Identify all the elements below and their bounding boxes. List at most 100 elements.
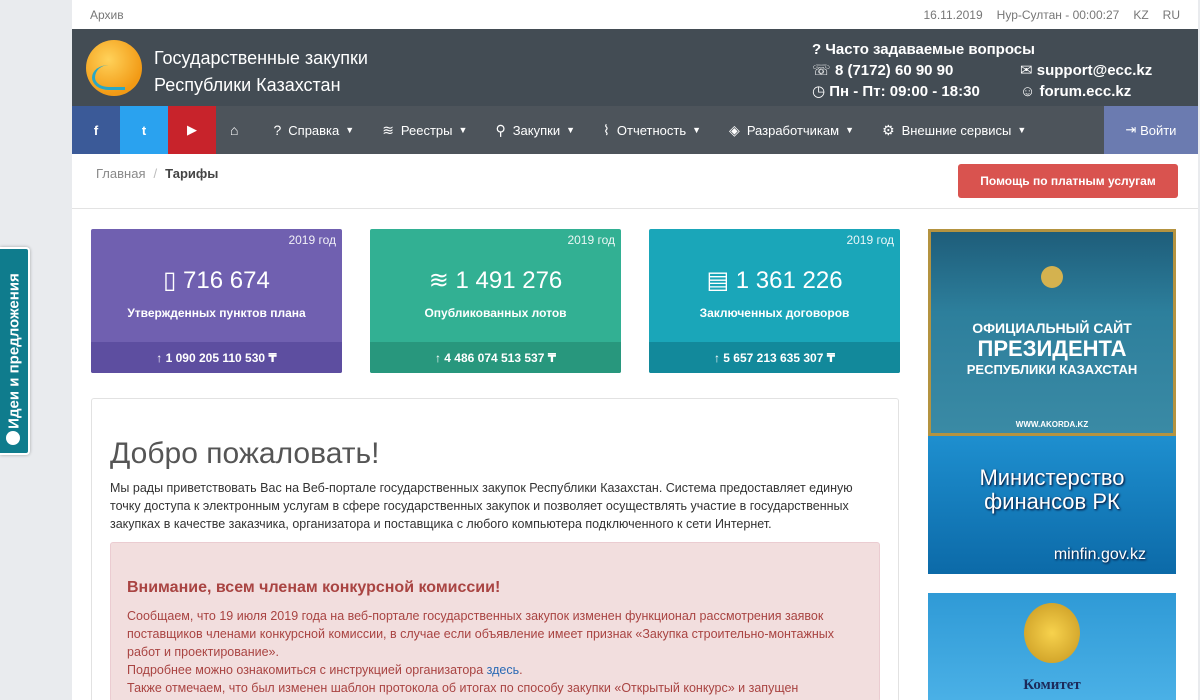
breadcrumb-home[interactable]: Главная bbox=[96, 166, 145, 181]
lightbulb-icon bbox=[6, 431, 20, 445]
banner-line: финансов РК bbox=[984, 489, 1120, 514]
alert-body: Сообщаем, что 19 июля 2019 года на веб-п… bbox=[127, 607, 867, 697]
stat-year: 2019 год bbox=[567, 233, 615, 247]
nav-item-help[interactable]: ? Справка ▼ bbox=[259, 106, 368, 154]
banner-line: Министерство bbox=[979, 465, 1125, 490]
question-icon: ? bbox=[812, 41, 826, 58]
nav-item-reports-label: Отчетность bbox=[616, 122, 687, 138]
youtube-icon[interactable]: ▶ bbox=[168, 106, 216, 154]
instruction-link[interactable]: здесь bbox=[487, 663, 519, 677]
chart-line-icon: ⌇ bbox=[603, 121, 610, 138]
mail-icon: ✉ bbox=[1020, 62, 1033, 79]
alert-paragraph: Подробнее можно ознакомиться с инструкци… bbox=[127, 661, 867, 679]
stat-total: 1 090 205 110 530 ₸ bbox=[165, 350, 277, 365]
caret-down-icon: ▼ bbox=[345, 125, 355, 135]
archive-link[interactable]: Архив bbox=[90, 8, 124, 22]
caret-down-icon: ▼ bbox=[566, 125, 576, 135]
email-link[interactable]: support@ecc.kz bbox=[1037, 62, 1153, 79]
layers-icon: ≋ bbox=[382, 121, 394, 138]
current-time: Нур-Султан - 00:00:27 bbox=[996, 7, 1120, 22]
site-title-line2: Республики Казахстан bbox=[154, 75, 341, 95]
caret-down-icon: ▼ bbox=[1017, 125, 1027, 135]
caret-down-icon: ▼ bbox=[692, 125, 702, 135]
president-site-banner[interactable]: ОФИЦИАЛЬНЫЙ САЙТ ПРЕЗИДЕНТА РЕСПУБЛИКИ К… bbox=[928, 229, 1176, 436]
nav-item-reports[interactable]: ⌇ Отчетность ▼ bbox=[589, 106, 715, 154]
arrow-up-icon: ↑ bbox=[434, 350, 445, 365]
facebook-icon[interactable]: f bbox=[72, 106, 120, 154]
paid-services-help-button[interactable]: Помощь по платным услугам bbox=[958, 164, 1178, 198]
alert-paragraph: Также отмечаем, что был изменен шаблон п… bbox=[127, 681, 799, 695]
site-title-line1: Государственные закупки bbox=[154, 48, 368, 68]
stat-label: Утвержденных пунктов плана bbox=[127, 306, 306, 320]
alert-text: Подробнее можно ознакомиться с инструкци… bbox=[127, 663, 487, 677]
commission-alert: Внимание, всем членам конкурсной комисси… bbox=[110, 542, 880, 700]
phone-icon: ☏ bbox=[812, 62, 831, 79]
emblem-icon bbox=[1041, 266, 1063, 288]
alert-text-end: . bbox=[519, 663, 523, 677]
committee-banner[interactable]: Комитет bbox=[928, 593, 1176, 700]
minfin-banner[interactable]: Министерство финансов РК minfin.gov.kz bbox=[928, 436, 1176, 574]
arrow-up-icon: ↑ bbox=[713, 350, 724, 365]
open-book-icon: ▤ bbox=[706, 267, 736, 294]
banner-text: ОФИЦИАЛЬНЫЙ САЙТ bbox=[972, 320, 1132, 336]
welcome-title: Добро пожаловать! bbox=[110, 437, 380, 470]
nav-item-developers-label: Разработчикам bbox=[746, 122, 840, 138]
banner-text: Министерство финансов РК bbox=[928, 466, 1176, 514]
stat-card-published-lots[interactable]: 2019 год ≋ 1 491 276 Опубликованных лото… bbox=[370, 229, 621, 373]
site-logo[interactable] bbox=[86, 40, 142, 96]
breadcrumb-separator: / bbox=[153, 166, 158, 181]
working-hours: Пн - Пт: 09:00 - 18:30 bbox=[829, 83, 980, 100]
main-navbar: f t ▶ ⌂ ? Справка ▼ ≋ Реестры ▼ ⚲ Закупки ▼ ⌇ О… bbox=[72, 106, 1198, 154]
tag-icon: ◈ bbox=[729, 121, 740, 138]
login-button[interactable]: ⇥ Войти bbox=[1104, 106, 1198, 154]
users-icon: ☺ bbox=[1020, 83, 1036, 100]
stat-total: 5 657 213 635 307 ₸ bbox=[723, 350, 836, 365]
stat-value: 716 674 bbox=[183, 267, 270, 294]
breadcrumb: Главная / Тарифы bbox=[96, 166, 218, 181]
banner-url: WWW.AKORDA.KZ bbox=[1015, 420, 1089, 429]
twitter-icon[interactable]: t bbox=[120, 106, 168, 154]
welcome-panel: Добро пожаловать! Мы рады приветствовать… bbox=[91, 398, 899, 700]
forum-link[interactable]: forum.ecc.kz bbox=[1040, 83, 1132, 100]
nav-item-developers[interactable]: ◈ Разработчикам ▼ bbox=[715, 106, 868, 154]
ideas-tab-label: Идеи и предложения bbox=[5, 273, 23, 429]
nav-item-registries[interactable]: ≋ Реестры ▼ bbox=[368, 106, 481, 154]
layers-icon: ≋ bbox=[428, 267, 456, 294]
nav-item-procurements-label: Закупки bbox=[512, 122, 561, 138]
nav-item-procurements[interactable]: ⚲ Закупки ▼ bbox=[481, 106, 589, 154]
top-bar: Архив 16.11.2019 Нур-Султан - 00:00:27 K… bbox=[72, 0, 1198, 29]
banner-text: РЕСПУБЛИКИ КАЗАХСТАН bbox=[966, 362, 1138, 377]
caret-down-icon: ▼ bbox=[845, 125, 854, 135]
lang-ru-link[interactable]: RU bbox=[1163, 8, 1180, 22]
caret-down-icon: ▼ bbox=[458, 125, 468, 135]
stat-card-contracts[interactable]: 2019 год ▤ 1 361 226 Заключенных договор… bbox=[649, 229, 900, 373]
banner-url: minfin.gov.kz bbox=[1053, 546, 1146, 563]
faq-link[interactable]: Часто задаваемые вопросы bbox=[825, 39, 1035, 60]
arrow-up-icon: ↑ bbox=[156, 350, 166, 365]
stat-year: 2019 год bbox=[846, 233, 894, 247]
site-title[interactable]: Государственные закупки Республики Казах… bbox=[154, 45, 368, 99]
nav-home[interactable]: ⌂ bbox=[216, 106, 259, 154]
login-label: Войти bbox=[1140, 122, 1177, 138]
ideas-side-tab[interactable]: Идеи и предложения bbox=[0, 247, 30, 455]
help-icon: ? bbox=[273, 122, 282, 138]
book-icon: ▯ bbox=[163, 267, 184, 294]
nav-item-registries-label: Реестры bbox=[400, 122, 453, 138]
nav-item-external-services[interactable]: ⚙ Внешние сервисы ▼ bbox=[868, 106, 1040, 154]
banner-text: Комитет bbox=[1023, 677, 1081, 693]
nav-item-help-label: Справка bbox=[288, 122, 340, 138]
home-icon: ⌂ bbox=[230, 122, 239, 138]
nav-item-external-services-label: Внешние сервисы bbox=[901, 122, 1012, 138]
phone-number: 8 (7172) 60 90 90 bbox=[834, 62, 954, 79]
stat-value: 1 361 226 bbox=[735, 267, 843, 294]
stat-year: 2019 год bbox=[288, 233, 336, 247]
stat-total: 4 486 074 513 537 ₸ bbox=[444, 350, 557, 365]
breadcrumb-current: Тарифы bbox=[165, 166, 219, 181]
header-contacts: ? Часто задаваемые вопросы ☏ 8 (7172) 60… bbox=[812, 39, 1172, 102]
stat-card-plan-items[interactable]: 2019 год ▯ 716 674 Утвержденных пунктов … bbox=[91, 229, 342, 373]
sign-in-icon: ⇥ bbox=[1125, 122, 1141, 137]
lang-kz-link[interactable]: KZ bbox=[1133, 8, 1148, 22]
search-icon: ⚲ bbox=[495, 121, 506, 138]
breadcrumb-row: Главная / Тарифы Помощь по платным услугам bbox=[72, 154, 1198, 209]
stat-label: Заключенных договоров bbox=[699, 306, 850, 320]
